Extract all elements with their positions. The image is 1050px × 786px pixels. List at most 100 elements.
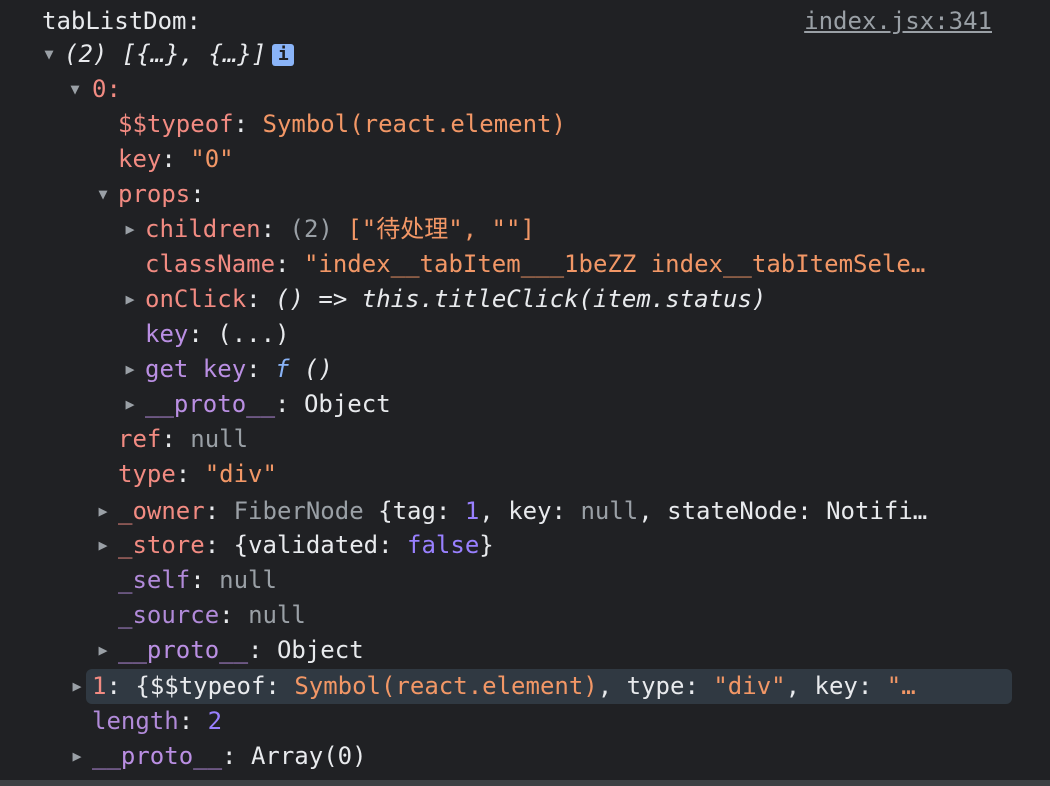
function-icon: f: [275, 355, 290, 383]
typeof-key: $$typeof: [118, 110, 234, 138]
item0-proto-row[interactable]: ▶ __proto__: Object: [0, 633, 1050, 668]
colon: :: [246, 285, 276, 313]
colon: :: [797, 497, 827, 525]
length-value: 2: [207, 707, 223, 735]
colon: :: [378, 531, 408, 559]
triangle-right-icon[interactable]: ▶: [96, 528, 110, 563]
item-1-key: 1: [92, 672, 107, 700]
item1-key-value: "…: [886, 672, 916, 700]
colon: :: [178, 707, 208, 735]
classname-row: className: "index__tabItem___1beZZ index…: [0, 247, 1050, 282]
proto-key: __proto__: [92, 742, 223, 770]
item1-type-value: "div": [713, 672, 786, 700]
lazy-value[interactable]: (...): [217, 320, 289, 348]
owner-class: FiberNode: [233, 497, 364, 525]
owner-row[interactable]: ▶ _owner: FiberNode {tag: 1, key: null, …: [0, 494, 1050, 529]
proto-value: Array(0): [250, 742, 367, 770]
colon: :: [275, 250, 304, 278]
key-row: key: "0": [0, 142, 1050, 177]
triangle-down-icon[interactable]: ▼: [96, 177, 110, 212]
brace: {: [233, 531, 249, 559]
triangle-down-icon[interactable]: ▼: [42, 37, 56, 72]
ref-key: ref: [118, 425, 162, 453]
item1-key-key: key: [814, 672, 858, 700]
item1-typeof-key: $$typeof: [149, 672, 266, 700]
prop-key-key: key: [145, 320, 189, 348]
owner-statenode-key: stateNode: [667, 497, 798, 525]
proto-value: Object: [276, 636, 364, 664]
props-row[interactable]: ▼ props:: [0, 177, 1050, 212]
log-label: tabListDom:: [42, 7, 201, 35]
prop-key-row[interactable]: key: (...): [0, 317, 1050, 352]
store-validated-value: false: [407, 531, 480, 559]
colon: :: [275, 390, 304, 418]
onclick-params: (): [275, 285, 304, 313]
source-link[interactable]: index.jsx:341: [804, 4, 992, 39]
devtools-console: tabListDom: index.jsx:341 ▼ (2) [{…}, {……: [0, 0, 1050, 786]
colon: :: [204, 531, 234, 559]
props-key: props: [118, 180, 191, 208]
store-validated-key: validated: [248, 531, 379, 559]
triangle-right-icon[interactable]: ▶: [123, 282, 137, 317]
colon: :: [204, 497, 234, 525]
colon: :: [246, 355, 276, 383]
triangle-right-icon[interactable]: ▶: [96, 633, 110, 668]
triangle-right-icon[interactable]: ▶: [70, 669, 84, 704]
brace: {: [135, 672, 150, 700]
onclick-body: this.titleClick(item.status): [361, 285, 767, 313]
colon: :: [233, 110, 263, 138]
self-key: _self: [118, 566, 191, 594]
children-row[interactable]: ▶ children: (2) ["待处理", ""]: [0, 212, 1050, 247]
item-1-row[interactable]: 1: {$$typeof: Symbol(react.element), typ…: [86, 669, 1012, 704]
type-row: type: "div": [0, 457, 1050, 492]
triangle-right-icon[interactable]: ▶: [123, 352, 137, 387]
colon: :: [248, 636, 277, 664]
console-message-header: tabListDom: index.jsx:341: [0, 4, 1050, 39]
colon: :: [190, 180, 205, 208]
ref-row: ref: null: [0, 422, 1050, 457]
info-icon[interactable]: i: [272, 44, 295, 66]
triangle-right-icon[interactable]: ▶: [70, 739, 84, 774]
store-key: _store: [118, 531, 205, 559]
colon: :: [260, 215, 290, 243]
comma: ,: [785, 672, 815, 700]
colon: :: [106, 672, 136, 700]
length-row: length: 2: [0, 704, 1050, 739]
ref-value: null: [190, 425, 249, 453]
brace: {: [378, 497, 393, 525]
array-root-row[interactable]: ▼ (2) [{…}, {…}] i: [0, 37, 1050, 72]
classname-key: className: [145, 250, 276, 278]
triangle-right-icon[interactable]: ▶: [123, 212, 137, 247]
comma: ,: [638, 497, 668, 525]
proto-key: __proto__: [145, 390, 276, 418]
source-key: _source: [118, 601, 220, 629]
brace: }: [479, 531, 494, 559]
key-value: "0": [190, 145, 234, 173]
children-value: ["待处理", ""]: [347, 215, 535, 243]
item-0-key: 0:: [92, 75, 121, 103]
arrow: =>: [318, 285, 348, 313]
triangle-down-icon[interactable]: ▼: [68, 72, 82, 107]
type-key: type: [118, 460, 176, 488]
triangle-right-icon[interactable]: ▶: [123, 387, 137, 422]
owner-key: _owner: [118, 497, 205, 525]
triangle-right-icon[interactable]: ▶: [96, 494, 110, 529]
typeof-row: $$typeof: Symbol(react.element): [0, 107, 1050, 142]
get-key-row[interactable]: ▶ get key: f (): [0, 352, 1050, 387]
owner-tag-key: tag: [392, 497, 436, 525]
array-preview: (2) [{…}, {…}] i: [64, 37, 295, 72]
store-row[interactable]: ▶ _store: {validated: false}: [0, 528, 1050, 563]
array-proto-row[interactable]: ▶ __proto__: Array(0): [0, 739, 1050, 774]
children-count: (2): [289, 215, 333, 243]
proto-value: Object: [303, 390, 391, 418]
item-0-row[interactable]: ▼ 0:: [0, 72, 1050, 107]
colon: :: [161, 425, 191, 453]
source-value: null: [248, 601, 306, 629]
props-proto-row[interactable]: ▶ __proto__: Object: [0, 387, 1050, 422]
owner-tag-value: 1: [464, 497, 480, 525]
children-key: children: [145, 215, 261, 243]
owner-key-value: null: [580, 497, 639, 525]
get-key-key: get key: [145, 355, 247, 383]
colon: :: [684, 672, 714, 700]
onclick-row[interactable]: ▶ onClick: () => this.titleClick(item.st…: [0, 282, 1050, 317]
